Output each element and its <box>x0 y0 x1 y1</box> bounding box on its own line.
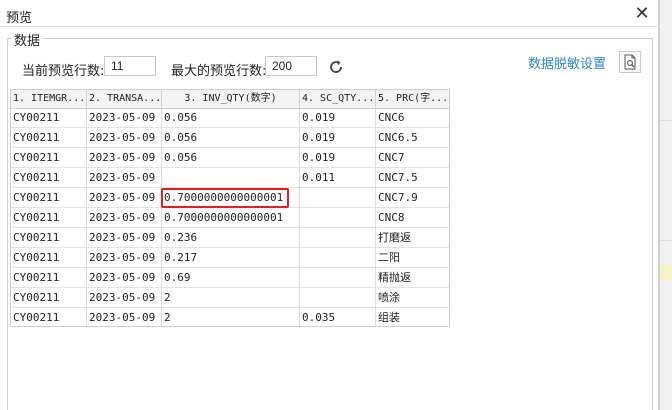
table-cell[interactable]: 0.019 <box>300 128 376 148</box>
document-preview-icon[interactable] <box>619 51 641 73</box>
current-rows-input[interactable] <box>104 56 156 76</box>
table-cell[interactable]: 二阳 <box>376 248 449 268</box>
table-cell[interactable]: CY00211 <box>11 308 87 326</box>
table-cell[interactable]: CY00211 <box>11 288 87 308</box>
table-cell[interactable]: 0.011 <box>300 168 376 188</box>
max-rows-label: 最大的预览行数: <box>171 64 267 79</box>
table-cell[interactable]: 2023-05-09 <box>87 188 162 208</box>
table-cell[interactable]: 0.035 <box>300 308 376 326</box>
table-cell[interactable]: 精抛返 <box>376 268 449 288</box>
background-divider <box>660 120 672 121</box>
current-rows-label: 当前预览行数: <box>22 64 105 79</box>
table-cell[interactable]: CNC7.5 <box>376 168 449 188</box>
table-cell[interactable]: 2023-05-09 <box>87 228 162 248</box>
table-cell[interactable]: 2023-05-09 <box>87 248 162 268</box>
table-cell[interactable]: 2 <box>162 288 300 308</box>
table-cell[interactable]: 0.236 <box>162 228 300 248</box>
table-cell[interactable] <box>300 228 376 248</box>
table-header: 1. ITEMGR... 2. TRANSA... 3. INV_QTY(数字) 4.… <box>11 90 449 109</box>
table-cell[interactable]: 2023-05-09 <box>87 208 162 228</box>
column-header[interactable]: 2. TRANSA... <box>87 90 162 108</box>
preview-dialog: 预览 ✕ 数据 当前预览行数: 最大的预览行数: 数据脱敏设置 1. ITEMG… <box>0 0 659 410</box>
refresh-icon[interactable] <box>327 58 345 76</box>
column-header[interactable]: 5. PRC(字... <box>376 90 449 108</box>
table-cell[interactable]: 2023-05-09 <box>87 168 162 188</box>
max-rows-input[interactable] <box>265 56 317 76</box>
table-cell[interactable]: 打磨返 <box>376 228 449 248</box>
table-cell[interactable] <box>300 288 376 308</box>
table-cell[interactable]: CY00211 <box>11 248 87 268</box>
table-cell[interactable]: 2023-05-09 <box>87 128 162 148</box>
table-cell[interactable]: 0.7000000000000001 <box>162 208 300 228</box>
table-cell[interactable]: CY00211 <box>11 128 87 148</box>
close-icon[interactable]: ✕ <box>632 4 652 24</box>
table-cell[interactable]: 2023-05-09 <box>87 148 162 168</box>
table-cell[interactable]: 0.69 <box>162 268 300 288</box>
table-cell[interactable]: 喷涂 <box>376 288 449 308</box>
table-cell[interactable]: 0.019 <box>300 108 376 128</box>
table-cell[interactable]: 组装 <box>376 308 449 326</box>
table-cell[interactable]: 0.019 <box>300 148 376 168</box>
table-cell[interactable]: CNC6 <box>376 108 449 128</box>
table-cell[interactable]: 2023-05-09 <box>87 288 162 308</box>
table-cell[interactable]: CY00211 <box>11 168 87 188</box>
group-label: 数据 <box>12 30 43 49</box>
dialog-title: 预览 <box>6 11 33 26</box>
table-cell[interactable] <box>162 168 300 188</box>
table-cell[interactable] <box>300 208 376 228</box>
table-cell[interactable]: CY00211 <box>11 268 87 288</box>
column-header[interactable]: 3. INV_QTY(数字) <box>162 90 300 108</box>
table-cell[interactable]: CY00211 <box>11 208 87 228</box>
table-cell[interactable]: 2023-05-09 <box>87 108 162 128</box>
table-cell[interactable] <box>300 248 376 268</box>
table-cell[interactable]: CY00211 <box>11 108 87 128</box>
table-cell[interactable]: 0.056 <box>162 148 300 168</box>
table-cell[interactable] <box>300 268 376 288</box>
table-cell[interactable]: 2023-05-09 <box>87 268 162 288</box>
table-cell[interactable]: CY00211 <box>11 228 87 248</box>
background-divider <box>660 240 672 241</box>
column-header[interactable]: 1. ITEMGR... <box>11 90 87 108</box>
table-cell[interactable]: CNC6.5 <box>376 128 449 148</box>
table-cell[interactable]: 2 <box>162 308 300 326</box>
table-cell[interactable]: CY00211 <box>11 188 87 208</box>
table-cell[interactable]: 0.7000000000000001 <box>162 188 300 208</box>
table-cell[interactable]: CNC8 <box>376 208 449 228</box>
table-cell[interactable]: CY00211 <box>11 148 87 168</box>
table-cell[interactable]: 0.056 <box>162 108 300 128</box>
data-preview-table[interactable]: 1. ITEMGR... 2. TRANSA... 3. INV_QTY(数字) 4.… <box>10 89 450 327</box>
table-cell[interactable]: CNC7 <box>376 148 449 168</box>
background-app-edge <box>659 0 672 410</box>
column-header[interactable]: 4. SC_QTY... <box>300 90 376 108</box>
table-cell[interactable]: CNC7.9 <box>376 188 449 208</box>
table-cell[interactable]: 2023-05-09 <box>87 308 162 326</box>
title-divider <box>0 26 659 27</box>
table-cell[interactable]: 0.056 <box>162 128 300 148</box>
table-cell[interactable] <box>300 188 376 208</box>
background-highlight-cell <box>660 265 672 281</box>
table-cell[interactable]: 0.217 <box>162 248 300 268</box>
data-masking-settings-link[interactable]: 数据脱敏设置 <box>528 53 606 72</box>
